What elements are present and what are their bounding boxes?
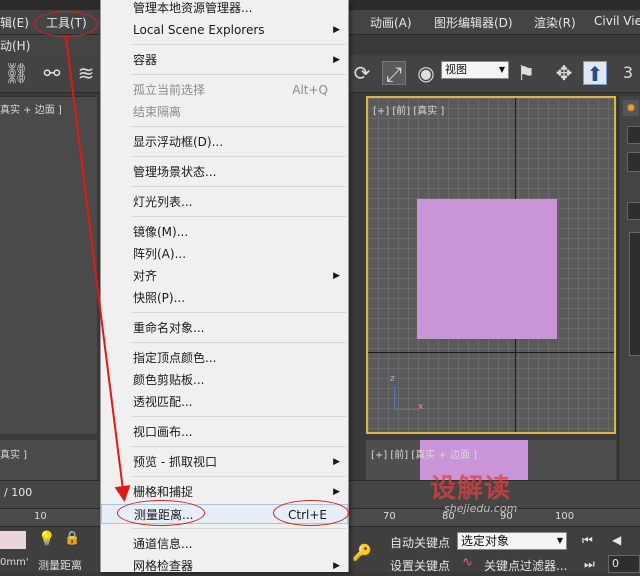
annotation-arrow — [65, 37, 131, 502]
